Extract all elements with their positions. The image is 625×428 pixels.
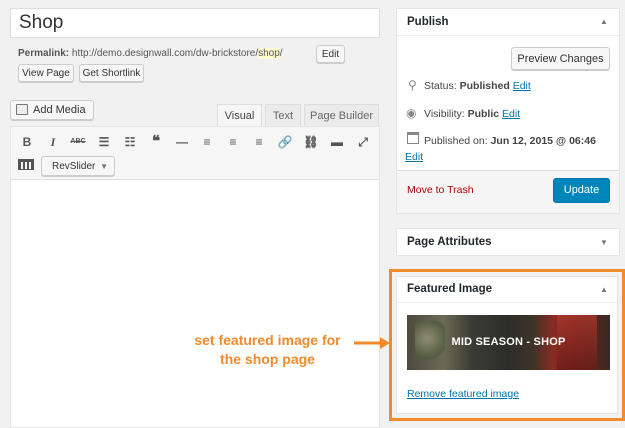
add-media-button[interactable]: Add Media: [10, 100, 94, 120]
add-media-label: Add Media: [33, 104, 86, 116]
view-page-button[interactable]: View Page: [18, 64, 74, 82]
chevron-down-icon: ▼: [100, 162, 108, 171]
eye-icon: ◉: [406, 106, 417, 120]
permalink-edit-button[interactable]: Edit: [316, 45, 345, 63]
caret-down-icon[interactable]: ▼: [600, 238, 608, 247]
read-more-icon[interactable]: ▬: [328, 134, 346, 150]
featured-image-title: Featured Image: [407, 283, 492, 295]
remove-featured-image-link[interactable]: Remove featured image: [407, 388, 519, 400]
status-label: Status:: [424, 80, 457, 92]
italic-icon[interactable]: I: [44, 134, 62, 150]
status-edit-link[interactable]: Edit: [513, 80, 531, 92]
update-button[interactable]: Update: [553, 178, 610, 203]
tab-text[interactable]: Text: [265, 104, 301, 126]
title-input[interactable]: Shop: [10, 8, 380, 38]
visibility-edit-link[interactable]: Edit: [502, 108, 520, 120]
blockquote-icon[interactable]: ❝: [147, 134, 165, 150]
align-center-icon[interactable]: ≡: [224, 134, 242, 150]
link-icon[interactable]: 🔗: [276, 134, 294, 150]
align-left-icon[interactable]: ≡: [198, 134, 216, 150]
published-edit-link[interactable]: Edit: [405, 151, 423, 163]
bold-icon[interactable]: B: [18, 134, 36, 150]
permalink-slug[interactable]: shop: [258, 48, 280, 59]
align-right-icon[interactable]: ≡: [250, 134, 268, 150]
permalink-label: Permalink:: [18, 48, 70, 59]
visibility-value: Public: [467, 108, 500, 120]
caret-up-icon[interactable]: ▲: [600, 17, 608, 26]
move-to-trash-link[interactable]: Move to Trash: [407, 184, 474, 196]
published-value: Jun 12, 2015 @ 06:46: [490, 135, 596, 147]
calendar-icon: [407, 132, 419, 144]
annotation-text: set featured image for the shop page: [165, 331, 370, 369]
featured-image-thumbnail[interactable]: MID SEASON - SHOP: [407, 315, 610, 370]
visibility-label: Visibility:: [424, 108, 465, 120]
page-attributes-title: Page Attributes: [407, 236, 492, 248]
fullscreen-icon[interactable]: ⤢: [354, 134, 372, 150]
featured-image-caption: MID SEASON - SHOP: [451, 336, 566, 348]
numbered-list-icon[interactable]: ☷: [121, 134, 139, 150]
annotation-line1: set featured image for: [194, 332, 341, 348]
pin-icon: ⚲: [408, 78, 417, 92]
preview-changes-button[interactable]: Preview Changes: [511, 47, 610, 70]
permalink-suffix: /: [279, 48, 283, 59]
revslider-dropdown[interactable]: RevSlider ▼: [41, 156, 115, 176]
status-row: Status: Published Edit: [424, 80, 531, 92]
caret-up-icon[interactable]: ▲: [600, 285, 608, 294]
publish-title: Publish: [407, 16, 449, 28]
tab-page-builder[interactable]: Page Builder: [304, 104, 379, 126]
media-icon: [16, 104, 28, 115]
revslider-label: RevSlider: [52, 161, 96, 172]
get-shortlink-button[interactable]: Get Shortlink: [79, 64, 144, 82]
permalink-base[interactable]: http://demo.designwall.com/dw-brickstore…: [72, 48, 258, 59]
tab-visual[interactable]: Visual: [217, 104, 262, 126]
visibility-row: Visibility: Public Edit: [424, 108, 520, 120]
toolbar-toggle-icon[interactable]: [18, 159, 34, 170]
unlink-icon[interactable]: ⛓: [302, 134, 320, 150]
published-label: Published on:: [424, 135, 488, 147]
permalink: Permalink: http://demo.designwall.com/dw…: [18, 48, 283, 59]
published-row: Published on: Jun 12, 2015 @ 06:46: [424, 135, 596, 147]
annotation-line2: the shop page: [220, 351, 315, 367]
strikethrough-icon[interactable]: ABC: [69, 134, 87, 150]
bullet-list-icon[interactable]: ☰: [95, 134, 113, 150]
horizontal-rule-icon[interactable]: —: [173, 134, 191, 150]
annotation-arrow-icon: [354, 337, 390, 349]
status-value: Published: [459, 80, 510, 92]
